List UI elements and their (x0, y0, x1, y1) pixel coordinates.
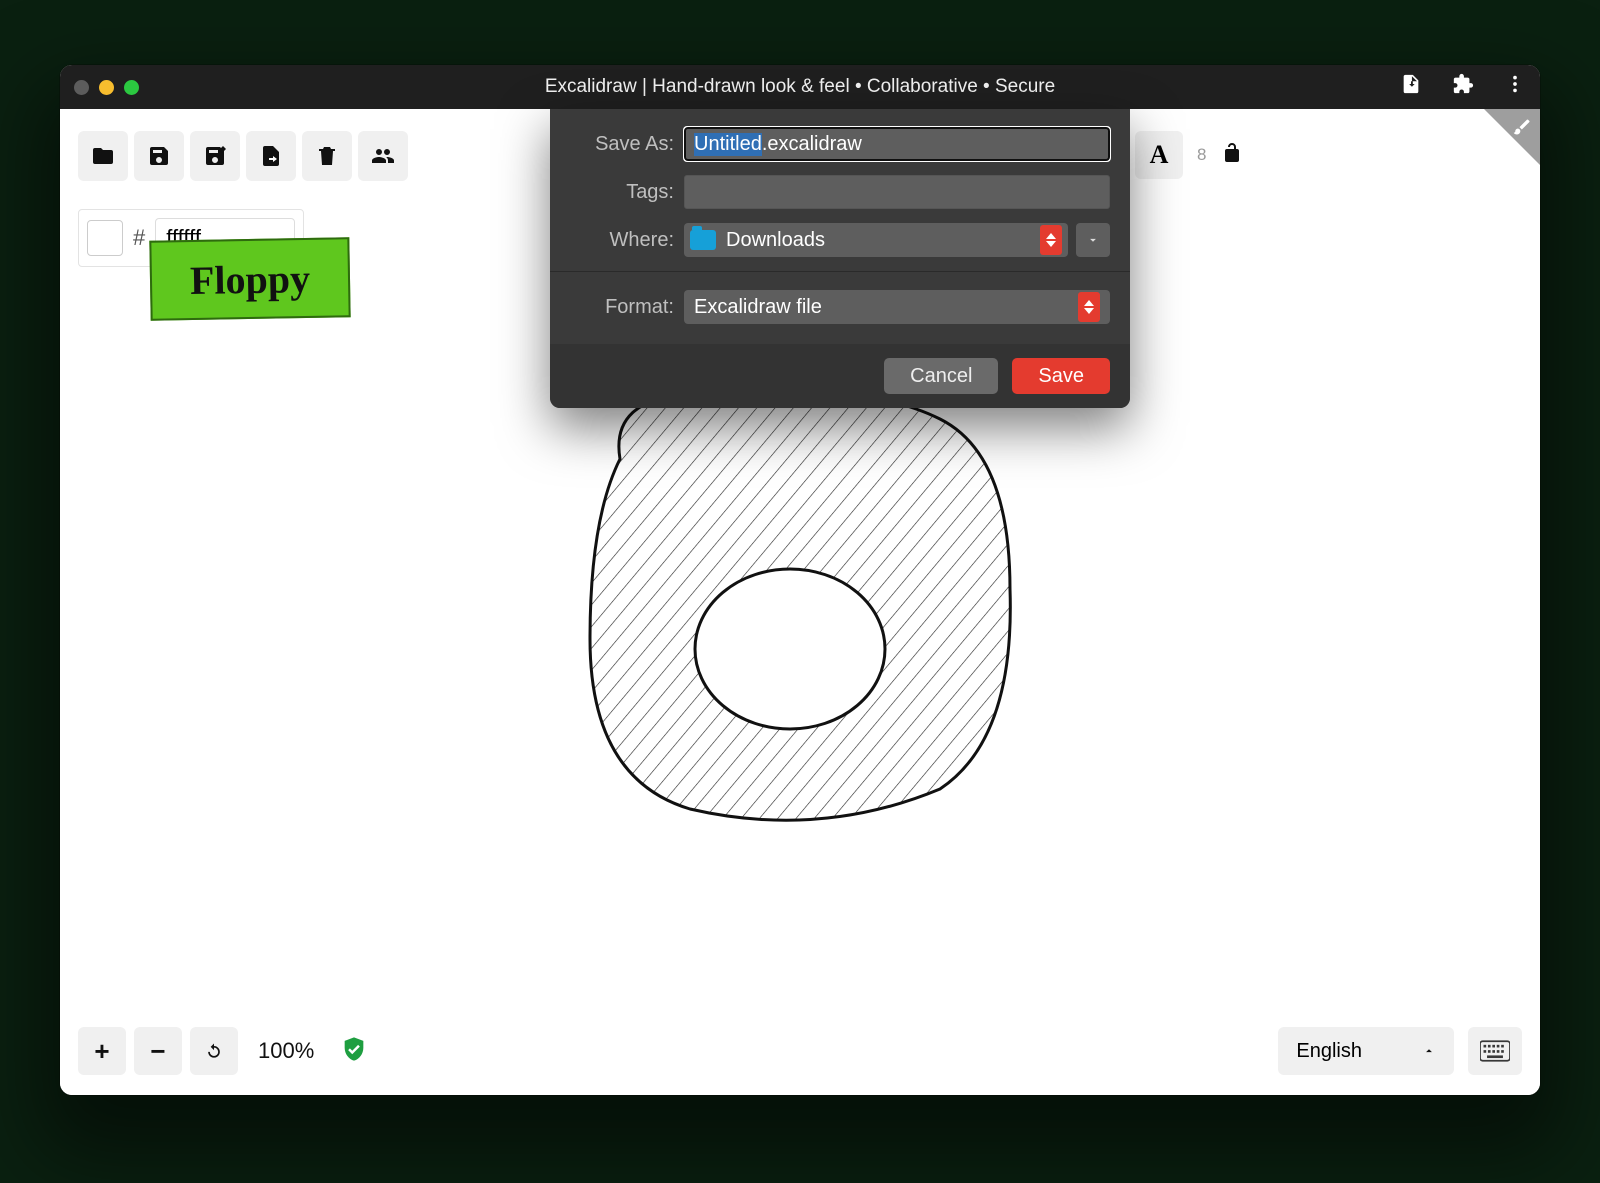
format-select[interactable]: Excalidraw file (684, 290, 1110, 324)
file-toolbar (78, 131, 408, 181)
app-window: Excalidraw | Hand-drawn look & feel • Co… (60, 65, 1540, 1095)
save-as-button[interactable] (190, 131, 240, 181)
cancel-button[interactable]: Cancel (884, 358, 998, 394)
zoom-controls: + − 100% (78, 1027, 368, 1075)
language-select[interactable]: English (1278, 1027, 1454, 1075)
close-window-button[interactable] (74, 80, 89, 95)
zoom-out-button[interactable]: − (134, 1027, 182, 1075)
bottom-right-controls: English (1278, 1027, 1522, 1075)
hash-symbol: # (133, 225, 145, 251)
where-value: Downloads (726, 229, 825, 252)
text-tool-button[interactable]: A (1135, 131, 1183, 179)
tool-shortcut-8: 8 (1197, 145, 1206, 165)
zoom-level: 100% (258, 1038, 314, 1064)
where-label: Where: (570, 229, 674, 252)
keyboard-shortcuts-button[interactable] (1468, 1027, 1522, 1075)
clear-canvas-button[interactable] (302, 131, 352, 181)
collaborate-button[interactable] (358, 131, 408, 181)
menu-icon[interactable] (1504, 73, 1526, 101)
window-controls (74, 80, 139, 95)
dialog-divider (550, 271, 1130, 272)
lock-icon[interactable] (1220, 141, 1244, 170)
save-dialog: Save As: Tags: Where: Downloads (550, 109, 1130, 408)
save-button[interactable] (134, 131, 184, 181)
save-as-input[interactable] (684, 127, 1110, 161)
folder-icon (690, 230, 716, 250)
format-label: Format: (570, 296, 674, 319)
where-stepper-icon (1040, 225, 1062, 255)
canvas-drawing (540, 339, 1040, 839)
zoom-reset-button[interactable] (190, 1027, 238, 1075)
tags-input[interactable] (684, 175, 1110, 209)
confirm-save-button[interactable]: Save (1012, 358, 1110, 394)
format-value: Excalidraw file (694, 296, 822, 319)
sticky-note[interactable]: Floppy (149, 237, 350, 320)
security-shield-icon[interactable] (340, 1035, 368, 1068)
title-bar: Excalidraw | Hand-drawn look & feel • Co… (60, 65, 1540, 109)
language-current: English (1296, 1040, 1362, 1063)
window-title: Excalidraw | Hand-drawn look & feel • Co… (60, 76, 1540, 98)
right-tool-cluster: A 8 (1135, 131, 1244, 179)
minimize-window-button[interactable] (99, 80, 114, 95)
save-as-label: Save As: (570, 133, 674, 156)
maximize-window-button[interactable] (124, 80, 139, 95)
tags-label: Tags: (570, 181, 674, 204)
open-button[interactable] (78, 131, 128, 181)
extensions-icon[interactable] (1452, 73, 1474, 101)
export-button[interactable] (246, 131, 296, 181)
install-app-icon[interactable] (1400, 73, 1422, 101)
corner-paint-icon[interactable] (1512, 117, 1532, 142)
color-swatch[interactable] (87, 220, 123, 256)
zoom-in-button[interactable]: + (78, 1027, 126, 1075)
expand-locations-button[interactable] (1076, 223, 1110, 257)
where-select[interactable]: Downloads (684, 223, 1068, 257)
format-stepper-icon (1078, 292, 1100, 322)
